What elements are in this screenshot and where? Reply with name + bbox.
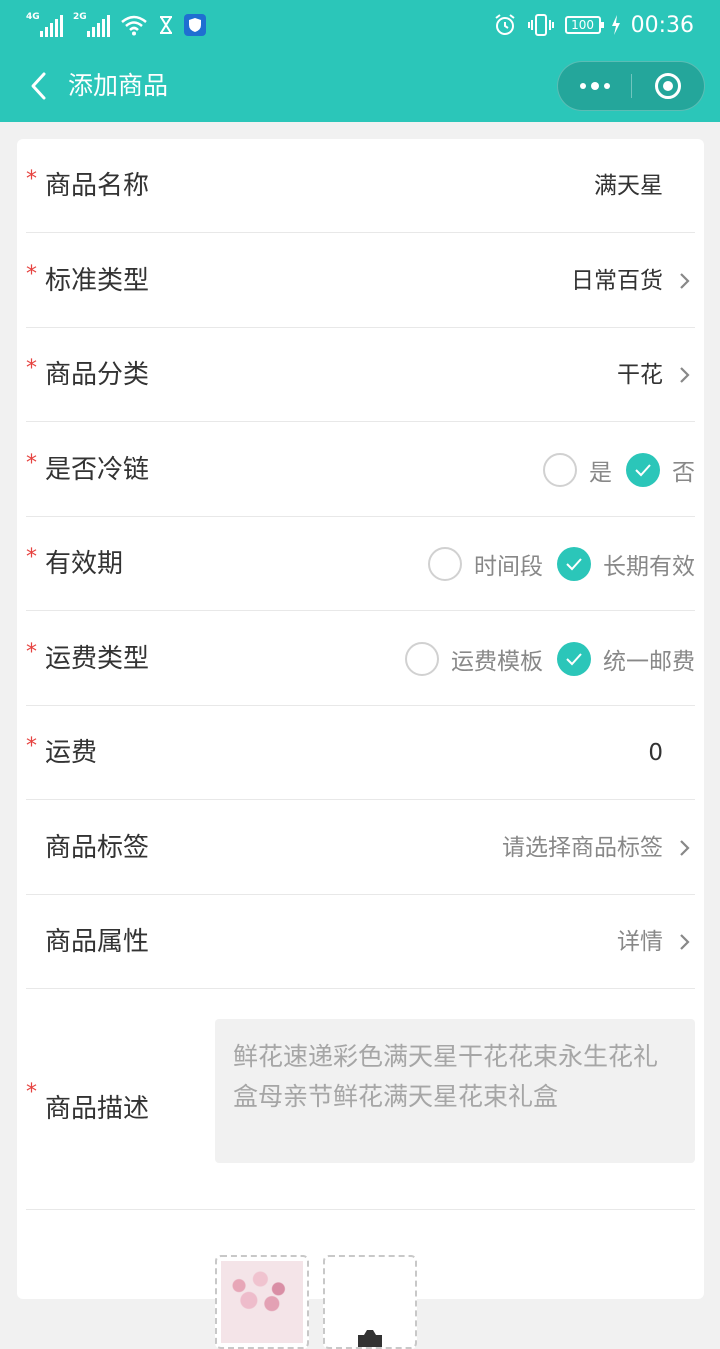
clock-text: 00:36 <box>630 12 694 38</box>
signal-icon: 4G <box>26 13 63 37</box>
form-row-description: * 商品描述 鲜花速递彩色满天星干花花束永生花礼盒母亲节鲜花满天星花束礼盒 <box>26 990 695 1210</box>
tags-placeholder: 请选择商品标签 <box>502 835 663 861</box>
form-row-shipping-fee[interactable]: * 运费 0 <box>26 706 695 800</box>
required-mark: * <box>26 1080 37 1105</box>
product-image-thumbnail[interactable] <box>215 1255 309 1349</box>
field-label: 有效期 <box>45 549 124 579</box>
shipping-fee-input[interactable]: 0 <box>648 706 663 800</box>
validity-options: 时间段 长期有效 <box>428 517 695 611</box>
add-image-button[interactable] <box>323 1255 417 1349</box>
radio-option-no[interactable]: 否 <box>626 453 695 487</box>
field-label: 运费 <box>45 738 98 768</box>
charging-icon <box>611 15 620 35</box>
navigation-bar: 添加商品 <box>0 50 720 122</box>
hourglass-icon <box>160 16 172 34</box>
more-icon <box>579 83 586 89</box>
required-mark: * <box>26 640 37 665</box>
network-type-label: 2G <box>73 12 87 22</box>
field-label: 商品标签 <box>45 833 150 863</box>
option-label: 是 <box>589 460 612 486</box>
form-row-shipping-type: * 运费类型 运费模板 统一邮费 <box>26 612 695 706</box>
form-row-cold-chain: * 是否冷链 是 否 <box>26 423 695 517</box>
name-value[interactable]: 满天星 <box>594 139 663 233</box>
status-right: 100 00:36 <box>493 10 694 40</box>
field-label: 商品描述 <box>45 1094 150 1124</box>
check-icon <box>566 653 582 666</box>
attributes-value: 详情 <box>617 929 663 955</box>
radio-option-template[interactable]: 运费模板 <box>405 642 543 676</box>
check-icon <box>635 464 651 477</box>
form-row-name[interactable]: * 商品名称 满天星 <box>26 139 695 233</box>
status-bar: 4G 2G 100 00:36 <box>0 0 720 50</box>
back-button[interactable] <box>20 68 56 104</box>
category-value: 干花 <box>617 362 663 388</box>
field-label: 商品分类 <box>45 360 150 390</box>
required-mark: * <box>26 167 37 192</box>
form-row-attributes[interactable]: 商品属性 详情 <box>26 895 695 989</box>
shipping-type-options: 运费模板 统一邮费 <box>405 612 695 706</box>
radio-button-checked[interactable] <box>626 453 660 487</box>
form-row-standard-type[interactable]: * 标准类型 日常百货 <box>26 234 695 328</box>
form-row-category[interactable]: * 商品分类 干花 <box>26 328 695 422</box>
option-label: 长期有效 <box>603 554 695 580</box>
check-icon <box>566 558 582 571</box>
close-button[interactable] <box>632 62 704 110</box>
wifi-icon <box>121 15 147 36</box>
option-label: 统一邮费 <box>603 649 695 675</box>
cold-chain-options: 是 否 <box>543 423 695 517</box>
chevron-right-icon <box>680 367 690 383</box>
radio-button[interactable] <box>405 642 439 676</box>
form-row-validity: * 有效期 时间段 长期有效 <box>26 517 695 611</box>
radio-option-period[interactable]: 时间段 <box>428 547 543 581</box>
radio-option-yes[interactable]: 是 <box>543 453 612 487</box>
signal-icon: 2G <box>73 13 110 37</box>
more-button[interactable] <box>558 62 631 110</box>
radio-option-unified[interactable]: 统一邮费 <box>557 642 695 676</box>
radio-button-checked[interactable] <box>557 642 591 676</box>
battery-icon: 100 <box>564 16 604 34</box>
field-label: 标准类型 <box>45 266 150 296</box>
option-label: 时间段 <box>474 554 543 580</box>
chevron-right-icon <box>680 273 690 289</box>
field-label: 商品名称 <box>45 171 150 201</box>
field-label: 商品属性 <box>45 927 150 957</box>
standard-type-value: 日常百货 <box>571 268 663 294</box>
page-title: 添加商品 <box>68 71 169 100</box>
radio-button-checked[interactable] <box>557 547 591 581</box>
option-label: 运费模板 <box>451 649 543 675</box>
chevron-right-icon <box>680 840 690 856</box>
field-label: 运费类型 <box>45 644 150 674</box>
form-row-tags[interactable]: 商品标签 请选择商品标签 <box>26 801 695 895</box>
status-left: 4G 2G <box>26 10 206 40</box>
required-mark: * <box>26 356 37 381</box>
required-mark: * <box>26 451 37 476</box>
mini-program-capsule <box>557 61 705 111</box>
required-mark: * <box>26 262 37 287</box>
camera-icon <box>358 1330 382 1347</box>
field-label: 是否冷链 <box>45 455 150 485</box>
back-icon <box>31 72 46 100</box>
image-upload-area <box>215 1255 417 1349</box>
required-mark: * <box>26 734 37 759</box>
vibrate-icon <box>527 14 554 36</box>
alarm-icon <box>494 14 515 35</box>
shield-icon <box>184 14 206 36</box>
required-mark: * <box>26 545 37 570</box>
radio-button[interactable] <box>428 547 462 581</box>
form-card: * 商品名称 满天星 * 标准类型 日常百货 * 商品分类 干花 * 是否冷链 … <box>17 139 704 1349</box>
option-label: 否 <box>672 460 695 486</box>
product-image <box>221 1261 303 1343</box>
close-target-icon <box>655 73 681 99</box>
chevron-right-icon <box>680 934 690 950</box>
description-textarea[interactable]: 鲜花速递彩色满天星干花花束永生花礼盒母亲节鲜花满天星花束礼盒 <box>215 1019 695 1163</box>
network-type-label: 4G <box>26 12 40 22</box>
radio-button[interactable] <box>543 453 577 487</box>
radio-option-long-term[interactable]: 长期有效 <box>557 547 695 581</box>
